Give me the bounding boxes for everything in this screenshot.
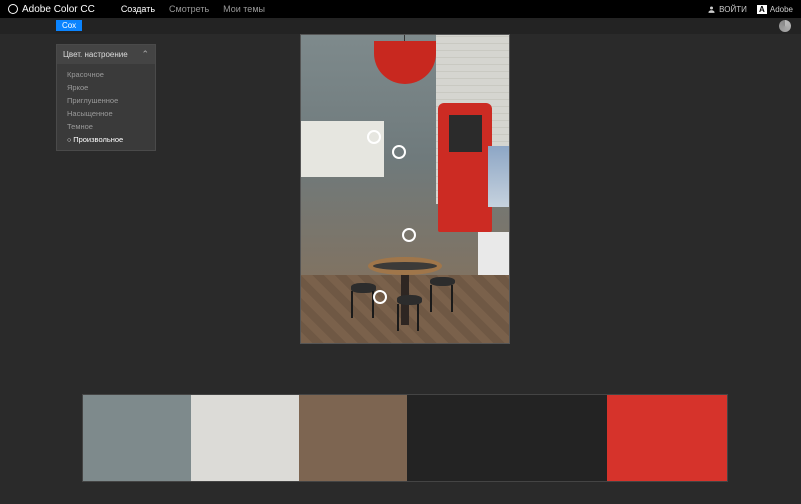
nav-explore[interactable]: Смотреть bbox=[169, 4, 209, 14]
panel-header[interactable]: Цвет. настроение ⌃ bbox=[57, 45, 155, 64]
pendant-lamp bbox=[374, 41, 436, 84]
mood-item-selected[interactable]: Произвольное bbox=[57, 133, 155, 146]
color-picker-dot[interactable] bbox=[367, 130, 381, 144]
chalkboard bbox=[449, 115, 482, 152]
topbar-right: ВОЙТИ A Adobe bbox=[707, 5, 793, 14]
source-image bbox=[301, 35, 509, 343]
chair bbox=[343, 251, 385, 319]
window-light bbox=[488, 146, 509, 208]
swatch-1[interactable] bbox=[83, 395, 191, 481]
adobe-label: Adobe bbox=[770, 5, 793, 14]
chair bbox=[422, 244, 464, 312]
panel-title: Цвет. настроение bbox=[63, 50, 128, 59]
nav-create[interactable]: Создать bbox=[121, 4, 155, 14]
mood-item[interactable]: Приглушенное bbox=[57, 94, 155, 107]
color-picker-dot[interactable] bbox=[373, 290, 387, 304]
swatch-3[interactable] bbox=[299, 395, 407, 481]
mood-list: Красочное Яркое Приглушенное Насыщенное … bbox=[57, 64, 155, 150]
topbar-left: Adobe Color CC Создать Смотреть Мои темы bbox=[8, 4, 265, 15]
mood-item[interactable]: Яркое bbox=[57, 81, 155, 94]
app-logo[interactable]: Adobe Color CC bbox=[8, 4, 95, 15]
mood-item[interactable]: Темное bbox=[57, 120, 155, 133]
login-label: ВОЙТИ bbox=[719, 5, 747, 14]
color-picker-dot[interactable] bbox=[402, 228, 416, 242]
color-picker-dot[interactable] bbox=[392, 145, 406, 159]
mood-item[interactable]: Насыщенное bbox=[57, 107, 155, 120]
save-button[interactable]: Сох bbox=[56, 20, 82, 31]
radiator bbox=[478, 232, 509, 281]
sub-bar: Сох bbox=[0, 18, 801, 34]
top-bar: Adobe Color CC Создать Смотреть Мои темы… bbox=[0, 0, 801, 18]
color-logo-icon bbox=[8, 4, 18, 14]
nav-my-themes[interactable]: Мои темы bbox=[223, 4, 265, 14]
swatch-4[interactable] bbox=[407, 395, 607, 481]
color-wheel-icon[interactable] bbox=[779, 20, 791, 32]
palette-row bbox=[82, 394, 728, 482]
top-nav: Создать Смотреть Мои темы bbox=[121, 4, 265, 14]
expand-icon: ⌃ bbox=[141, 49, 149, 60]
app-name: Adobe Color CC bbox=[22, 4, 95, 15]
adobe-badge[interactable]: A Adobe bbox=[757, 5, 793, 14]
mood-item[interactable]: Красочное bbox=[57, 68, 155, 81]
user-icon bbox=[707, 5, 716, 14]
swatch-2[interactable] bbox=[191, 395, 299, 481]
swatch-5[interactable] bbox=[607, 395, 727, 481]
color-mood-panel: Цвет. настроение ⌃ Красочное Яркое Пригл… bbox=[56, 44, 156, 151]
adobe-mark-icon: A bbox=[757, 5, 767, 14]
login-link[interactable]: ВОЙТИ bbox=[707, 5, 747, 14]
image-canvas[interactable] bbox=[300, 34, 510, 344]
